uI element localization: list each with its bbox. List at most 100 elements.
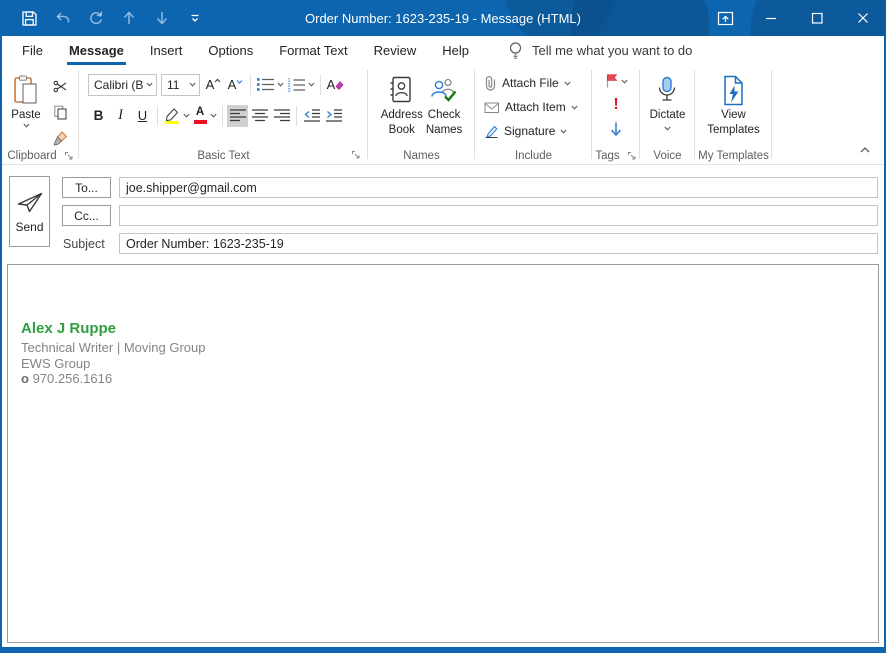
undo-button[interactable] [53, 9, 72, 28]
chevron-down-icon [621, 79, 628, 84]
basic-text-row-1: Calibri (Boc 11 A A [88, 73, 368, 96]
to-field[interactable] [119, 177, 878, 198]
underline-button[interactable]: U [132, 105, 153, 127]
align-right-button[interactable] [271, 105, 292, 127]
minimize-icon [763, 10, 779, 26]
down-arrow-icon [153, 9, 171, 27]
italic-button[interactable]: I [110, 105, 131, 127]
format-painter-icon [53, 131, 68, 146]
high-importance-icon: ! [613, 96, 618, 114]
chevron-down-icon [571, 105, 578, 110]
email-signature: Alex J Ruppe Technical Writer | Moving G… [21, 320, 878, 387]
group-label-voice: Voice [653, 150, 681, 162]
tell-me-box[interactable]: Tell me what you want to do [508, 36, 692, 65]
window-title: Order Number: 1623-235-19 - Message (HTM… [305, 0, 581, 36]
title-bar: Order Number: 1623-235-19 - Message (HTM… [0, 0, 886, 36]
copy-button[interactable] [49, 102, 71, 122]
flag-icon [605, 73, 618, 89]
low-importance-button[interactable] [609, 118, 623, 140]
font-color-bar [194, 120, 207, 124]
collapse-ribbon-button[interactable] [857, 143, 873, 157]
align-left-button[interactable] [227, 105, 248, 127]
attach-item-button[interactable]: Attach Item [484, 95, 592, 119]
clear-formatting-glyph: A [327, 77, 336, 92]
text-highlight-button[interactable] [162, 105, 191, 127]
tab-message[interactable]: Message [56, 36, 137, 65]
chevron-down-icon [560, 129, 567, 134]
signature-label: Signature [504, 124, 555, 138]
increase-indent-button[interactable] [323, 105, 344, 127]
compose-header: Send To... Cc... Subject [2, 166, 884, 263]
high-importance-button[interactable]: ! [613, 94, 618, 116]
microphone-icon [655, 72, 679, 108]
tab-insert[interactable]: Insert [137, 36, 196, 65]
signature-pen-icon [484, 124, 499, 139]
maximize-button[interactable] [794, 0, 840, 36]
caret-up-icon [214, 78, 221, 84]
chevron-up-icon [859, 146, 871, 154]
bold-button[interactable]: B [88, 105, 109, 127]
save-button[interactable] [20, 9, 39, 28]
align-right-icon [273, 108, 291, 123]
save-icon [21, 10, 38, 27]
signature-phone-number: 970.256.1616 [33, 371, 113, 386]
dialog-launcher-icon[interactable] [351, 150, 361, 160]
move-up-button[interactable] [119, 9, 138, 28]
font-color-button[interactable]: A [192, 105, 218, 127]
outlook-message-window: Order Number: 1623-235-19 - Message (HTM… [0, 0, 886, 653]
chevron-down-icon [23, 123, 30, 128]
underline-glyph: U [138, 108, 147, 123]
decrease-indent-button[interactable] [301, 105, 322, 127]
group-label-tags: Tags [595, 150, 619, 162]
close-icon [855, 10, 871, 26]
signature-button[interactable]: Signature [484, 119, 592, 143]
attach-file-button[interactable]: Attach File [484, 71, 592, 95]
redo-button[interactable] [86, 9, 105, 28]
clear-formatting-button[interactable]: A [325, 74, 346, 96]
align-left-icon [229, 108, 247, 123]
tab-format-text[interactable]: Format Text [266, 36, 360, 65]
tab-options[interactable]: Options [195, 36, 266, 65]
subject-field[interactable] [119, 233, 878, 254]
tab-help[interactable]: Help [429, 36, 482, 65]
tab-review[interactable]: Review [361, 36, 430, 65]
caret-down-icon [236, 79, 243, 85]
minimize-button[interactable] [748, 0, 794, 36]
follow-up-flag-button[interactable] [605, 70, 628, 92]
group-clipboard: Paste Clipboard [2, 65, 79, 164]
cc-field[interactable] [119, 205, 878, 226]
send-button[interactable]: Send [9, 176, 50, 247]
maximize-icon [809, 10, 825, 26]
ribbon-display-options-button[interactable] [702, 0, 748, 36]
customize-qat-button[interactable] [185, 9, 204, 28]
shrink-font-button[interactable]: A [225, 74, 246, 96]
font-name-value: Calibri (Boc [89, 78, 143, 92]
align-center-button[interactable] [249, 105, 270, 127]
dialog-launcher-icon[interactable] [64, 151, 74, 161]
message-body[interactable]: Alex J Ruppe Technical Writer | Moving G… [7, 264, 879, 643]
up-arrow-icon [120, 9, 138, 27]
font-size-value: 11 [162, 78, 186, 92]
attach-file-label: Attach File [502, 76, 559, 90]
close-button[interactable] [840, 0, 886, 36]
tab-file[interactable]: File [9, 36, 56, 65]
grow-font-button[interactable]: A [203, 74, 224, 96]
dialog-launcher-icon[interactable] [627, 151, 637, 161]
paperclip-icon [484, 75, 497, 92]
bullets-button[interactable] [255, 74, 285, 96]
chevron-down-icon [564, 81, 571, 86]
ribbon-display-options-icon [717, 11, 734, 26]
cut-button[interactable] [49, 76, 71, 96]
format-painter-button[interactable] [49, 128, 71, 148]
decrease-indent-icon [303, 108, 321, 123]
scissors-icon [53, 79, 68, 94]
to-button[interactable]: To... [62, 177, 111, 198]
signature-name: Alex J Ruppe [21, 320, 878, 337]
numbering-button[interactable]: 123 [286, 74, 316, 96]
font-size-combobox[interactable]: 11 [161, 74, 200, 96]
font-name-combobox[interactable]: Calibri (Boc [88, 74, 157, 96]
cc-button[interactable]: Cc... [62, 205, 111, 226]
group-voice: Dictate Voice [640, 65, 695, 164]
move-down-button[interactable] [152, 9, 171, 28]
svg-text:3: 3 [288, 88, 291, 92]
